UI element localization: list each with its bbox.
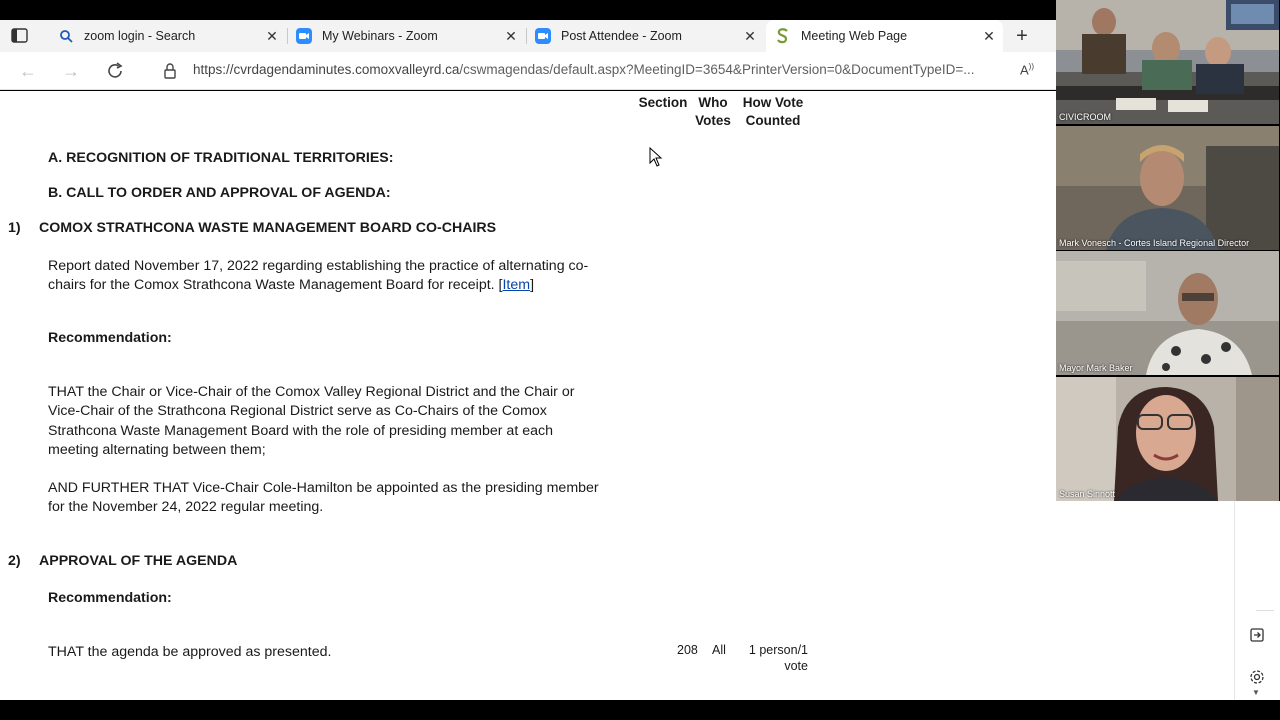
column-header-who-votes: Who Votes [688, 94, 738, 130]
side-panel-exit-icon[interactable] [1248, 626, 1266, 644]
video-tile-mark-vonesch[interactable]: Mark Vonesch - Cortes Island Regional Di… [1056, 126, 1279, 250]
heading-recognition: A. RECOGNITION OF TRADITIONAL TERRITORIE… [48, 150, 394, 166]
section-value: 208 [677, 643, 698, 657]
meeting-web-page-content: Section Who Votes How Vote Counted A. RE… [0, 91, 1056, 700]
participant-video [1056, 377, 1279, 501]
text-line: 1 person/1 [748, 643, 808, 657]
close-icon[interactable]: ✕ [742, 28, 758, 44]
scrollbar[interactable] [1234, 501, 1235, 700]
scroll-down-icon[interactable]: ▼ [1252, 688, 1260, 697]
column-header-section: Section [638, 95, 688, 110]
item-title: COMOX STRATHCONA WASTE MANAGEMENT BOARD … [39, 220, 497, 236]
participant-name: Mayor Mark Baker [1059, 363, 1133, 373]
video-tile-susan-sinnott[interactable]: Susan Sinnott [1056, 377, 1279, 501]
read-aloud-icon[interactable]: A)) [1020, 62, 1040, 80]
text-line: THAT the Chair or Vice-Chair of the Como… [48, 384, 575, 400]
text-line: meeting alternating between them; [48, 442, 266, 459]
text-line: for the November 24, 2022 regular meetin… [48, 499, 324, 516]
participant-video [1056, 251, 1279, 375]
item-report-text: Report dated November 17, 2022 regarding… [48, 257, 628, 296]
recommendation-text: THAT the agenda be approved as presented… [48, 644, 332, 660]
text-line: AND FURTHER THAT Vice-Chair Cole-Hamilto… [48, 480, 599, 496]
zoom-icon [296, 28, 312, 44]
further-recommendation-text: AND FURTHER THAT Vice-Chair Cole-Hamilto… [48, 479, 628, 518]
search-icon [58, 28, 74, 44]
text-line: vote [784, 659, 808, 673]
url-host: https://cvrdagendaminutes.comoxvalleyrd.… [193, 62, 460, 77]
participant-name: Susan Sinnott [1059, 489, 1116, 499]
lock-icon[interactable] [162, 62, 178, 80]
zoom-icon [535, 28, 551, 44]
header-line: Counted [745, 113, 801, 128]
tab-label: Meeting Web Page [801, 29, 908, 43]
text-line: Strathcona Waste Management Board with t… [48, 422, 553, 439]
forward-arrow-icon[interactable]: → [60, 60, 82, 82]
who-votes-value: All [712, 643, 726, 657]
how-vote-counted-value: 1 person/1 vote [740, 642, 808, 674]
video-tile-mark-baker[interactable]: Mayor Mark Baker [1056, 251, 1279, 375]
tab-actions-icon[interactable] [10, 27, 30, 45]
item-number: 1) [8, 220, 21, 236]
participant-name: Mark Vonesch - Cortes Island Regional Di… [1059, 238, 1250, 248]
tab-zoom-login-search[interactable]: zoom login - Search ✕ [48, 20, 286, 52]
refresh-icon[interactable] [104, 60, 126, 82]
tab-post-attendee[interactable]: Post Attendee - Zoom ✕ [527, 20, 764, 52]
item-title: APPROVAL OF THE AGENDA [39, 553, 238, 569]
url-field[interactable]: https://cvrdagendaminutes.comoxvalleyrd.… [193, 62, 1008, 77]
recommendation-label: Recommendation: [48, 590, 172, 606]
settings-gear-icon[interactable] [1248, 668, 1266, 686]
close-icon[interactable]: ✕ [981, 28, 997, 44]
text-line: Vice-Chair of the Strathcona Regional Di… [48, 403, 547, 420]
recommendation-label: Recommendation: [48, 330, 172, 346]
site-s-icon [775, 28, 791, 44]
text-line: chairs for the Comox Strathcona Waste Ma… [48, 277, 499, 294]
tab-meeting-web-page[interactable]: Meeting Web Page ✕ [766, 20, 1003, 52]
video-tile-civicroom[interactable]: CIVICROOM [1056, 0, 1279, 124]
close-icon[interactable]: ✕ [264, 28, 280, 44]
browser-address-bar: ← → https://cvrdagendaminutes.comoxvalle… [0, 52, 1056, 90]
bottom-black-bar [0, 700, 1280, 720]
url-path: /cswmagendas/default.aspx?MeetingID=3654… [459, 62, 975, 77]
participant-video [1056, 0, 1279, 124]
mouse-cursor-icon [649, 146, 663, 172]
browser-tab-strip: zoom login - Search ✕ My Webinars - Zoom… [0, 20, 1056, 52]
participant-video [1056, 126, 1279, 250]
new-tab-plus-icon[interactable]: + [1010, 24, 1034, 48]
item-number: 2) [8, 553, 21, 569]
column-header-how-vote-counted: How Vote Counted [738, 94, 808, 130]
tab-label: Post Attendee - Zoom [561, 29, 682, 43]
tab-label: zoom login - Search [84, 29, 196, 43]
tab-label: My Webinars - Zoom [322, 29, 438, 43]
header-line: How Vote [742, 95, 804, 110]
header-line: Who [698, 95, 728, 110]
tab-my-webinars[interactable]: My Webinars - Zoom ✕ [288, 20, 525, 52]
participant-name: CIVICROOM [1059, 112, 1112, 122]
sidebar-divider [1256, 610, 1274, 611]
back-arrow-icon[interactable]: ← [17, 60, 39, 82]
browser-sidebar: ▼ [1056, 501, 1280, 700]
item-link[interactable]: Item [502, 277, 530, 293]
close-icon[interactable]: ✕ [503, 28, 519, 44]
recommendation-text: THAT the Chair or Vice-Chair of the Como… [48, 383, 628, 461]
header-line: Votes [695, 113, 731, 128]
text-line: Report dated November 17, 2022 regarding… [48, 258, 589, 274]
heading-call-to-order: B. CALL TO ORDER AND APPROVAL OF AGENDA: [48, 185, 391, 201]
